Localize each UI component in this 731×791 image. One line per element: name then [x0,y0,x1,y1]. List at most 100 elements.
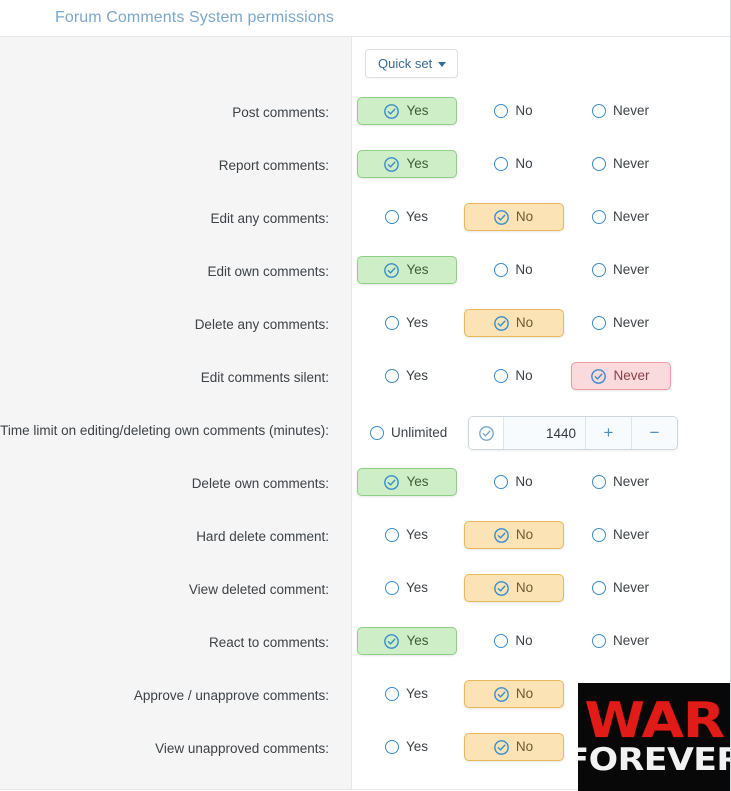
option-slot-yes: Yes [353,150,460,178]
radio-label: Never [612,633,649,648]
radio-ring-icon [494,369,509,383]
option-slot-no: No [460,521,567,549]
option-slot-yes: Yes [353,733,460,761]
option-slot-never: Never [567,309,674,337]
radio-never[interactable]: Never [581,309,660,337]
radio-no[interactable]: No [483,362,543,390]
radio-never[interactable]: Never [581,627,660,655]
radio-never[interactable]: Never [581,203,660,231]
radio-yes[interactable]: Yes [374,362,439,390]
radio-ring-icon [494,475,509,489]
radio-no[interactable]: No [483,468,543,496]
radio-never[interactable]: Never [581,150,660,178]
radio-no[interactable]: No [483,627,543,655]
check-circle-icon [384,474,400,490]
permission-row-label: Hard delete comment: [196,529,329,544]
time-limit-label: Time limit on editing/deleting own comme… [0,423,329,438]
page-title: Forum Comments System permissions [55,9,334,26]
quick-set-label: Quick set [378,55,433,71]
radio-never[interactable]: Never [570,362,671,390]
radio-ring-icon [384,528,399,542]
radio-label: No [515,686,534,701]
radio-no[interactable]: No [463,574,564,602]
radio-label: Yes [406,474,429,489]
permission-row-label: Edit own comments: [207,264,329,279]
radio-yes[interactable]: Yes [356,256,457,284]
radio-ring-icon [591,210,606,224]
option-slot-never: Never [567,97,674,125]
stepper-decrement-button[interactable]: − [632,417,677,449]
option-slot-no: No [460,309,567,337]
option-slot-no: No [460,574,567,602]
option-slot-never: Never [567,521,674,549]
radio-no[interactable]: No [463,680,564,708]
stepper-select-radio[interactable] [469,417,504,449]
option-slot-yes: Yes [353,97,460,125]
radio-label: Yes [405,209,429,224]
radio-label: No [515,262,533,277]
chevron-down-icon [438,61,447,67]
radio-label: No [515,527,534,542]
radio-ring-icon [494,263,509,277]
radio-never[interactable]: Never [581,521,660,549]
permission-row: Report comments: Yes No Never [0,142,731,195]
radio-label: Never [613,368,650,383]
radio-no[interactable]: No [463,203,564,231]
permission-row-controls: Yes No Never [341,195,731,231]
radio-no[interactable]: No [483,256,543,284]
permission-row-controls: Yes No Never [341,460,731,496]
radio-no[interactable]: No [483,97,543,125]
war-overlay-line2: FOREVER [578,741,731,778]
radio-never[interactable]: Never [581,468,660,496]
check-circle-icon [494,527,509,543]
radio-label: No [515,103,533,118]
permission-rows: Quick set Post comments: Yes No Never Report… [0,37,731,778]
radio-never[interactable]: Never [581,97,660,125]
radio-ring-icon [384,369,399,383]
radio-never[interactable]: Never [581,256,660,284]
radio-no[interactable]: No [483,150,543,178]
war-overlay-line1: WAR [584,692,726,750]
option-slot-no: No [460,150,567,178]
radio-label: Never [612,103,649,118]
check-circle-icon [384,156,400,172]
radio-yes[interactable]: Yes [356,97,457,125]
permission-row-label: View deleted comment: [188,582,329,597]
radio-ring-icon [591,475,606,489]
permission-row-label: Delete own comments: [191,476,329,491]
radio-yes[interactable]: Yes [356,468,457,496]
radio-label: No [515,633,533,648]
radio-no[interactable]: No [463,309,564,337]
permission-row: Edit own comments: Yes No Never [0,248,731,301]
permission-row-controls: Yes No Never [341,619,731,655]
check-circle-icon [384,103,400,119]
radio-label: Never [612,209,649,224]
radio-yes[interactable]: Yes [374,203,439,231]
time-limit-controls: Unlimited 1440 + − [341,407,731,450]
radio-ring-icon [370,426,384,440]
option-slot-never: Never [567,362,674,390]
option-slot-never: Never [567,574,674,602]
radio-yes[interactable]: Yes [356,150,457,178]
radio-no[interactable]: No [463,521,564,549]
option-slot-no: No [460,680,567,708]
radio-yes[interactable]: Yes [374,309,439,337]
quick-set-button[interactable]: Quick set [365,48,459,78]
radio-unlimited[interactable]: Unlimited [359,419,458,447]
radio-yes[interactable]: Yes [374,680,439,708]
radio-no[interactable]: No [463,733,564,761]
stepper-increment-button[interactable]: + [586,417,632,449]
radio-ring-icon [384,316,399,330]
radio-never[interactable]: Never [581,574,660,602]
permission-row-label: React to comments: [208,635,329,650]
radio-yes[interactable]: Yes [356,627,457,655]
radio-yes[interactable]: Yes [374,521,439,549]
permission-row-label: Report comments: [218,158,329,173]
check-circle-icon [591,368,607,384]
radio-label: No [515,209,534,224]
time-limit-input[interactable]: 1440 [504,417,586,449]
radio-label: Yes [405,580,429,595]
radio-yes[interactable]: Yes [374,574,439,602]
radio-yes[interactable]: Yes [374,733,439,761]
check-circle-icon [494,686,509,702]
